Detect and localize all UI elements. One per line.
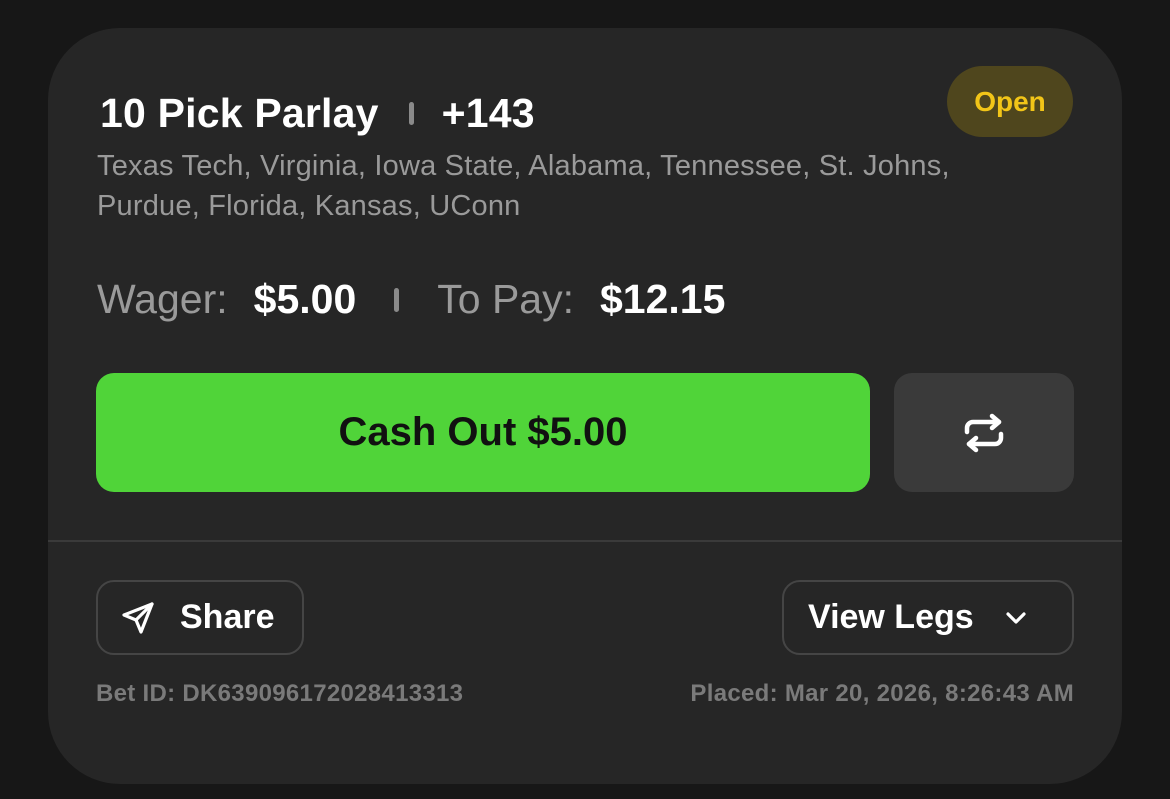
placed-timestamp: Placed: Mar 20, 2026, 8:26:43 AM: [690, 680, 1074, 707]
title-separator: [408, 102, 414, 125]
to-pay-value: $12.15: [599, 276, 726, 322]
to-pay-label: To Pay:: [437, 276, 574, 322]
chevron-down-icon: [1004, 610, 1028, 626]
cash-out-button[interactable]: Cash Out $5.00: [96, 373, 870, 492]
amount-separator: [394, 287, 400, 312]
bet-title-row: 10 Pick Parlay +143: [100, 90, 535, 137]
view-legs-label: View Legs: [808, 598, 974, 636]
share-label: Share: [180, 598, 275, 636]
cash-out-label: Cash Out $5.00: [338, 410, 628, 454]
share-button[interactable]: Share: [96, 580, 304, 655]
card-divider: [48, 540, 1122, 542]
repeat-bet-button[interactable]: [894, 373, 1074, 492]
bet-id: Bet ID: DK639096172028413313: [96, 680, 464, 707]
paper-plane-icon: [120, 600, 156, 636]
bet-odds: +143: [441, 90, 535, 136]
legs-summary: Texas Tech, Virginia, Iowa State, Alabam…: [97, 150, 950, 222]
bet-title: 10 Pick Parlay: [100, 90, 379, 136]
bet-card: 10 Pick Parlay +143 Open Texas Tech, Vir…: [48, 28, 1122, 784]
wager-value: $5.00: [253, 276, 357, 322]
wager-label: Wager:: [97, 276, 228, 322]
status-badge: Open: [947, 66, 1073, 137]
repeat-arrows-icon: [964, 413, 1004, 452]
amounts-row: Wager: $5.00 To Pay: $12.15: [97, 276, 725, 323]
view-legs-button[interactable]: View Legs: [782, 580, 1074, 655]
